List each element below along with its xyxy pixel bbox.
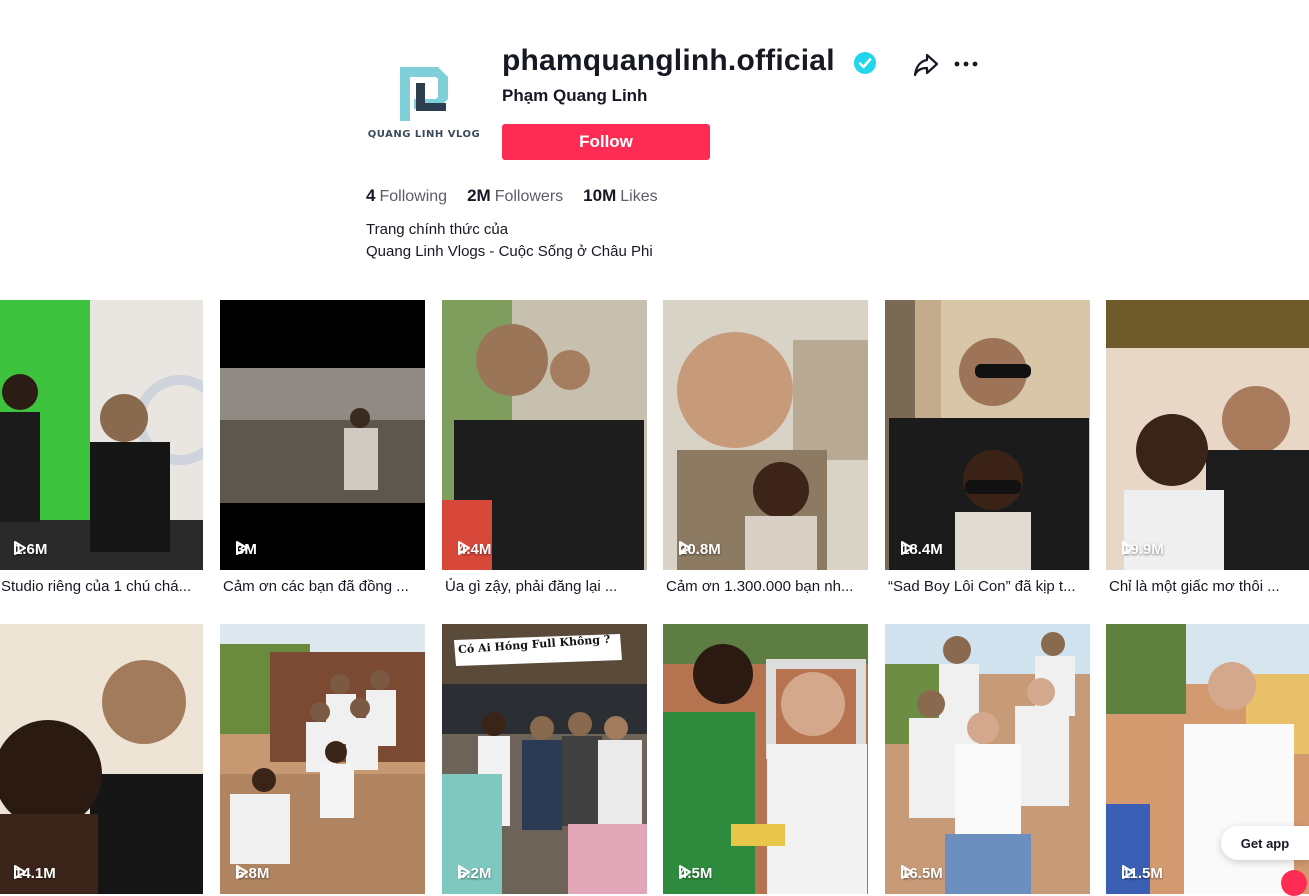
share-icon[interactable]: [912, 50, 940, 78]
likes-count: 10M: [583, 186, 617, 205]
video-thumbnail[interactable]: 20.8M: [663, 300, 868, 570]
video-caption[interactable]: Cảm ơn 1.300.000 bạn nh...: [663, 578, 861, 595]
profile-nickname: Phạm Quang Linh: [502, 86, 648, 105]
video-card[interactable]: 6.8M: [220, 624, 425, 894]
following-stat[interactable]: 4 Following: [366, 186, 447, 206]
video-caption[interactable]: Studio riêng của 1 chú chá...: [0, 578, 196, 595]
video-caption[interactable]: Cảm ơn các bạn đã đồng ...: [220, 578, 418, 595]
video-thumbnail[interactable]: 16.5M: [885, 624, 1090, 894]
play-icon: [14, 541, 26, 555]
video-card[interactable]: Có Ai Hóng Full Không ? 6.2M: [442, 624, 647, 894]
video-thumbnail[interactable]: 6.8M: [220, 624, 425, 894]
avatar-text: QUANG LINH VLOG: [367, 128, 481, 140]
play-icon: [901, 865, 913, 879]
scroll-top-button[interactable]: [1281, 870, 1307, 896]
view-count: 19.9M: [1122, 541, 1164, 558]
followers-stat[interactable]: 2M Followers: [467, 186, 563, 206]
video-card[interactable]: 19.9M Chỉ là một giấc mơ thôi ...: [1106, 300, 1309, 595]
play-icon: [901, 541, 913, 555]
video-card[interactable]: 18.4M “Sad Boy Lôi Con” đã kịp t...: [885, 300, 1090, 595]
bio-line: Quang Linh Vlogs - Cuộc Sống ở Châu Phi: [366, 243, 653, 260]
following-label: Following: [379, 188, 448, 205]
logo-icon: [400, 66, 448, 121]
video-thumbnail[interactable]: 3M: [220, 300, 425, 570]
video-thumbnail[interactable]: 18.4M: [885, 300, 1090, 570]
followers-label: Followers: [494, 188, 564, 205]
play-icon: [679, 865, 691, 879]
play-icon: [1122, 865, 1134, 879]
view-count: 6.2M: [458, 865, 491, 882]
profile-username: phamquanglinh.official: [502, 44, 835, 77]
video-thumbnail-image: [885, 300, 1090, 570]
video-thumbnail-image: [220, 300, 425, 570]
video-caption[interactable]: Chỉ là một giấc mơ thôi ...: [1106, 578, 1304, 595]
view-count: 4.5M: [679, 865, 712, 882]
play-icon: [458, 541, 470, 555]
video-thumbnail-image: [220, 624, 425, 894]
video-thumbnail-image: [442, 300, 647, 570]
video-thumbnail-image: [1106, 300, 1309, 570]
video-thumbnail[interactable]: 19.9M: [1106, 300, 1309, 570]
view-count: 20.8M: [679, 541, 721, 558]
view-count: 18.4M: [901, 541, 943, 558]
view-count: 4.4M: [458, 541, 491, 558]
play-icon: [236, 865, 248, 879]
profile-stats: 4 Following 2M Followers 10M Likes: [366, 186, 658, 206]
video-thumbnail-image: [0, 624, 203, 894]
video-thumbnail[interactable]: Có Ai Hóng Full Không ? 6.2M: [442, 624, 647, 894]
profile-avatar[interactable]: QUANG LINH VLOG: [366, 43, 482, 159]
video-thumbnail[interactable]: 14.1M: [0, 624, 203, 894]
video-caption[interactable]: “Sad Boy Lôi Con” đã kịp t...: [885, 578, 1083, 595]
follow-button[interactable]: Follow: [502, 124, 710, 160]
video-thumbnail[interactable]: 1.6M: [0, 300, 203, 570]
likes-label: Likes: [620, 188, 658, 205]
view-count: 6.8M: [236, 865, 269, 882]
more-options-icon[interactable]: [952, 52, 980, 76]
video-thumbnail[interactable]: 4.5M: [663, 624, 868, 894]
video-card[interactable]: 16.5M: [885, 624, 1090, 894]
play-icon: [14, 865, 26, 879]
video-thumbnail-image: [0, 300, 203, 570]
view-count: 1.6M: [14, 541, 47, 558]
likes-stat: 10M Likes: [583, 186, 657, 206]
video-thumbnail[interactable]: 4.4M: [442, 300, 647, 570]
video-card[interactable]: 3M Cảm ơn các bạn đã đồng ...: [220, 300, 425, 595]
video-thumbnail-image: [885, 624, 1090, 894]
play-icon: [236, 541, 248, 555]
verified-badge-icon: [854, 52, 876, 74]
profile-bio: Trang chính thức của Quang Linh Vlogs - …: [366, 219, 653, 263]
view-count: 16.5M: [901, 865, 943, 882]
video-card[interactable]: 14.1M: [0, 624, 203, 894]
view-count: 3M: [236, 541, 257, 558]
view-count: 14.1M: [14, 865, 56, 882]
video-card[interactable]: 4.5M: [663, 624, 868, 894]
get-app-button[interactable]: Get app: [1221, 826, 1309, 860]
video-caption[interactable]: Ủa gì zậy, phải đăng lại ...: [442, 578, 640, 595]
video-card[interactable]: 20.8M Cảm ơn 1.300.000 bạn nh...: [663, 300, 868, 595]
video-thumbnail-image: [663, 624, 868, 894]
view-count: 11.5M: [1122, 865, 1163, 882]
followers-count: 2M: [467, 186, 491, 205]
video-card[interactable]: 4.4M Ủa gì zậy, phải đăng lại ...: [442, 300, 647, 595]
video-thumbnail-image: [663, 300, 868, 570]
play-icon: [679, 541, 691, 555]
play-icon: [1122, 541, 1134, 555]
play-icon: [458, 865, 470, 879]
following-count: 4: [366, 186, 376, 205]
bio-line: Trang chính thức của: [366, 221, 509, 238]
video-card[interactable]: 1.6M Studio riêng của 1 chú chá...: [0, 300, 203, 595]
